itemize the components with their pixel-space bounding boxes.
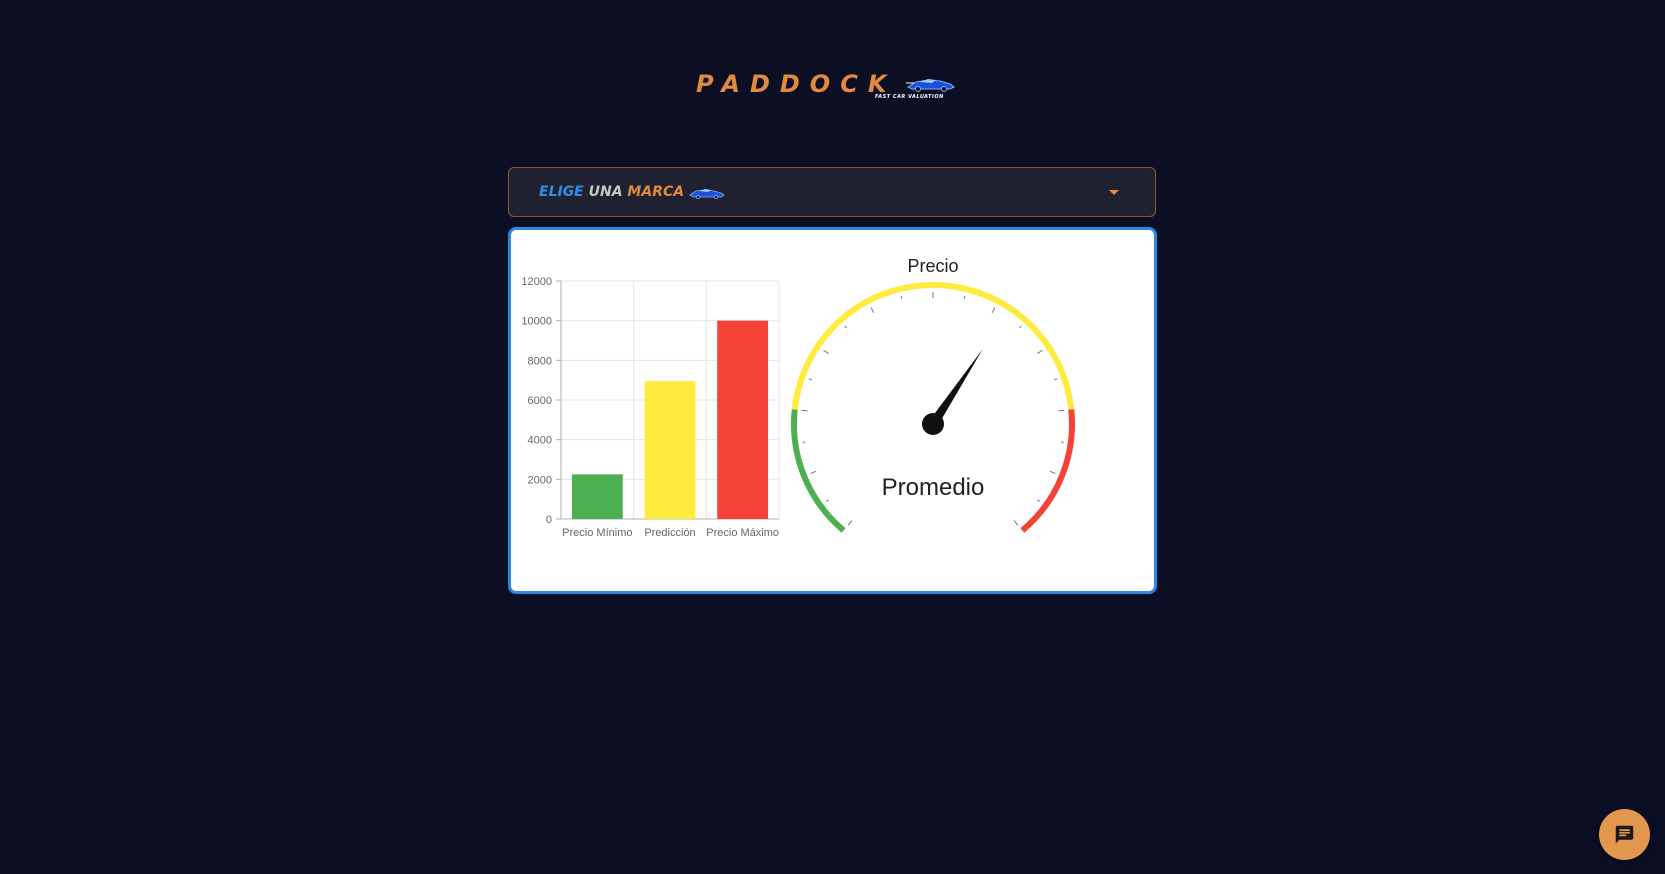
gauge-tick bbox=[963, 295, 966, 299]
brand-select-label: ELIGE UNA MARCA bbox=[539, 184, 684, 200]
logo-word: PADDOCK bbox=[696, 70, 897, 98]
gauge-tick bbox=[900, 295, 903, 299]
x-tick-label: Predicción bbox=[644, 527, 695, 539]
brand-label-word-2: UNA bbox=[588, 184, 628, 200]
gauge-tick bbox=[844, 325, 848, 329]
y-tick-label: 12000 bbox=[521, 276, 552, 288]
gauge-tick bbox=[823, 349, 829, 354]
gauge-tick bbox=[808, 378, 812, 381]
gauge-tick bbox=[1054, 378, 1058, 381]
logo-tagline: FAST CAR VALUATION bbox=[875, 94, 944, 100]
brand-label-word-3: MARCA bbox=[627, 184, 685, 200]
price-bar-chart: 0 2000 4000 6000 8000 10000 12000 Precio Mínimo… bbox=[521, 276, 780, 539]
gauge-tick bbox=[1058, 409, 1065, 412]
gauge-band bbox=[1020, 409, 1075, 533]
bar bbox=[571, 474, 623, 519]
gauge-tick bbox=[1049, 470, 1056, 474]
page: PADDOCK FAST CAR VALUATION ELIGE UNA MAR… bbox=[0, 0, 1665, 874]
gauge-tick bbox=[991, 307, 996, 313]
bar bbox=[717, 320, 769, 519]
brand-label-word-1: ELIGE bbox=[539, 184, 589, 200]
gauge-title: Precio bbox=[907, 256, 958, 276]
gauge-tick bbox=[1037, 499, 1041, 502]
y-tick-label: 2000 bbox=[528, 474, 552, 486]
gauge-tick bbox=[801, 409, 808, 412]
gauge-tick bbox=[870, 307, 875, 313]
x-tick-label: Precio Máximo bbox=[706, 527, 779, 539]
y-tick-label: 0 bbox=[546, 514, 552, 526]
y-tick-label: 8000 bbox=[528, 355, 552, 367]
gauge-tick bbox=[810, 470, 817, 474]
x-tick-label: Precio Mínimo bbox=[562, 527, 632, 539]
y-tick-label: 10000 bbox=[521, 316, 552, 328]
y-tick-label: 4000 bbox=[528, 435, 552, 447]
result-card: 0 2000 4000 6000 8000 10000 12000 Precio Mínimo… bbox=[508, 227, 1157, 594]
gauge-label: Promedio bbox=[882, 474, 985, 501]
paddock-logo: PADDOCK FAST CAR VALUATION bbox=[696, 70, 956, 104]
price-gauge: Precio Promedio bbox=[791, 256, 1075, 533]
race-car-icon bbox=[689, 189, 725, 199]
race-car-icon bbox=[906, 79, 955, 92]
gauge-tick bbox=[1013, 520, 1019, 526]
brand-select[interactable]: ELIGE UNA MARCA bbox=[508, 167, 1156, 217]
gauge-tick bbox=[825, 499, 829, 502]
gauge-tick bbox=[1037, 349, 1043, 354]
gauge-band bbox=[791, 409, 846, 533]
gauge-tick bbox=[847, 520, 853, 526]
bar bbox=[644, 381, 696, 519]
y-tick-label: 6000 bbox=[528, 395, 552, 407]
chat-button[interactable] bbox=[1599, 809, 1650, 860]
gauge-tick bbox=[1018, 325, 1022, 329]
gauge-band bbox=[791, 282, 1075, 410]
chevron-down-icon[interactable] bbox=[1109, 190, 1119, 195]
gauge-hub bbox=[922, 413, 944, 435]
chat-icon bbox=[1615, 825, 1634, 844]
